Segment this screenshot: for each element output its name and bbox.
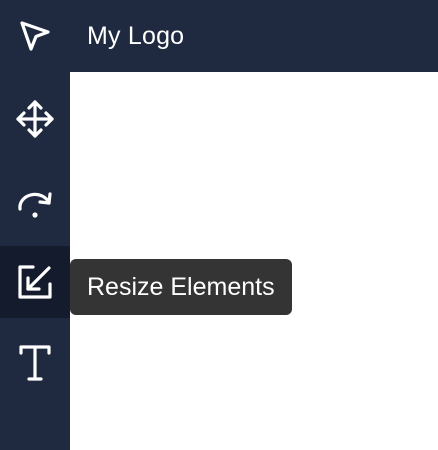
top-header: My Logo	[70, 0, 438, 72]
move-tool-button[interactable]	[0, 83, 70, 155]
resize-tool-button[interactable]	[0, 246, 70, 318]
move-arrows-icon	[16, 100, 54, 138]
text-tool-button[interactable]	[0, 327, 70, 399]
resize-tool-tooltip: Resize Elements	[70, 259, 292, 315]
text-icon	[19, 345, 51, 381]
tool-sidebar	[0, 0, 70, 450]
rotate-tool-button[interactable]	[0, 165, 70, 237]
resize-icon	[18, 265, 52, 299]
select-arrow-icon	[20, 21, 50, 51]
rotate-icon	[18, 192, 52, 218]
logo-text: My Logo	[87, 22, 185, 50]
select-tool-button[interactable]	[0, 0, 70, 72]
